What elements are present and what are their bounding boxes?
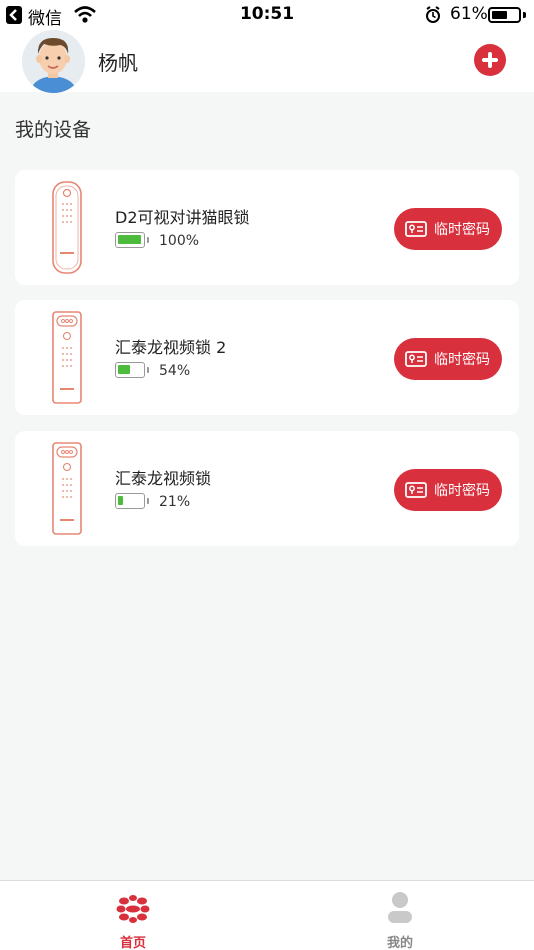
device-card[interactable]: D2可视对讲猫眼锁 100% 临时密码 bbox=[15, 170, 519, 285]
tab-home-label: 首页 bbox=[119, 936, 146, 950]
temporary-password-button[interactable]: 临时密码 bbox=[394, 208, 502, 250]
tab-home[interactable]: 首页 bbox=[63, 881, 203, 950]
device-name: 汇泰龙视频锁 2 bbox=[115, 338, 227, 357]
device-name: D2可视对讲猫眼锁 bbox=[115, 208, 250, 227]
battery-icon bbox=[488, 7, 521, 23]
battery-icon bbox=[115, 493, 145, 509]
battery-percent: 54% bbox=[159, 363, 191, 379]
temporary-password-button[interactable]: 临时密码 bbox=[394, 469, 502, 511]
battery-percent: 21% bbox=[159, 494, 191, 510]
battery-percent: 100% bbox=[159, 233, 200, 249]
battery-tip bbox=[147, 367, 149, 373]
avatar-illustration bbox=[22, 30, 85, 93]
door-lock-device-icon bbox=[52, 181, 82, 274]
alarm-icon bbox=[425, 6, 441, 29]
temporary-password-button[interactable]: 临时密码 bbox=[394, 338, 502, 380]
person-icon bbox=[388, 892, 412, 923]
battery-tip bbox=[523, 12, 526, 18]
battery-tip bbox=[147, 498, 149, 504]
battery-tip bbox=[147, 237, 149, 243]
section-title: 我的设备 bbox=[15, 119, 92, 141]
temporary-password-label: 临时密码 bbox=[434, 352, 490, 368]
avatar[interactable] bbox=[22, 30, 85, 93]
battery-percent: 61% bbox=[450, 4, 488, 24]
tab-mine[interactable]: 我的 bbox=[330, 881, 470, 950]
door-lock-device-icon bbox=[52, 442, 82, 535]
device-card[interactable]: 汇泰龙视频锁 2 54% 临时密码 bbox=[15, 300, 519, 415]
device-card[interactable]: 汇泰龙视频锁 21% 临时密码 bbox=[15, 431, 519, 546]
tab-mine-label: 我的 bbox=[386, 936, 413, 950]
home-logo-icon bbox=[116, 895, 150, 923]
temporary-password-label: 临时密码 bbox=[434, 222, 490, 238]
add-device-button[interactable] bbox=[474, 44, 506, 76]
header: 杨帆 bbox=[0, 30, 534, 93]
tab-bar: 首页 我的 bbox=[0, 880, 534, 950]
password-card-icon bbox=[405, 351, 427, 367]
battery-icon bbox=[115, 232, 145, 248]
temporary-password-label: 临时密码 bbox=[434, 483, 490, 499]
app-screen: 微信 10:51 61% 杨帆 我的设备 D2可视对讲猫眼锁 100% 临时密码… bbox=[0, 0, 534, 950]
door-lock-device-icon bbox=[52, 311, 82, 404]
status-bar: 微信 10:51 61% bbox=[0, 0, 534, 30]
password-card-icon bbox=[405, 221, 427, 237]
password-card-icon bbox=[405, 482, 427, 498]
device-name: 汇泰龙视频锁 bbox=[115, 469, 212, 488]
battery-icon bbox=[115, 362, 145, 378]
user-name: 杨帆 bbox=[98, 51, 138, 75]
